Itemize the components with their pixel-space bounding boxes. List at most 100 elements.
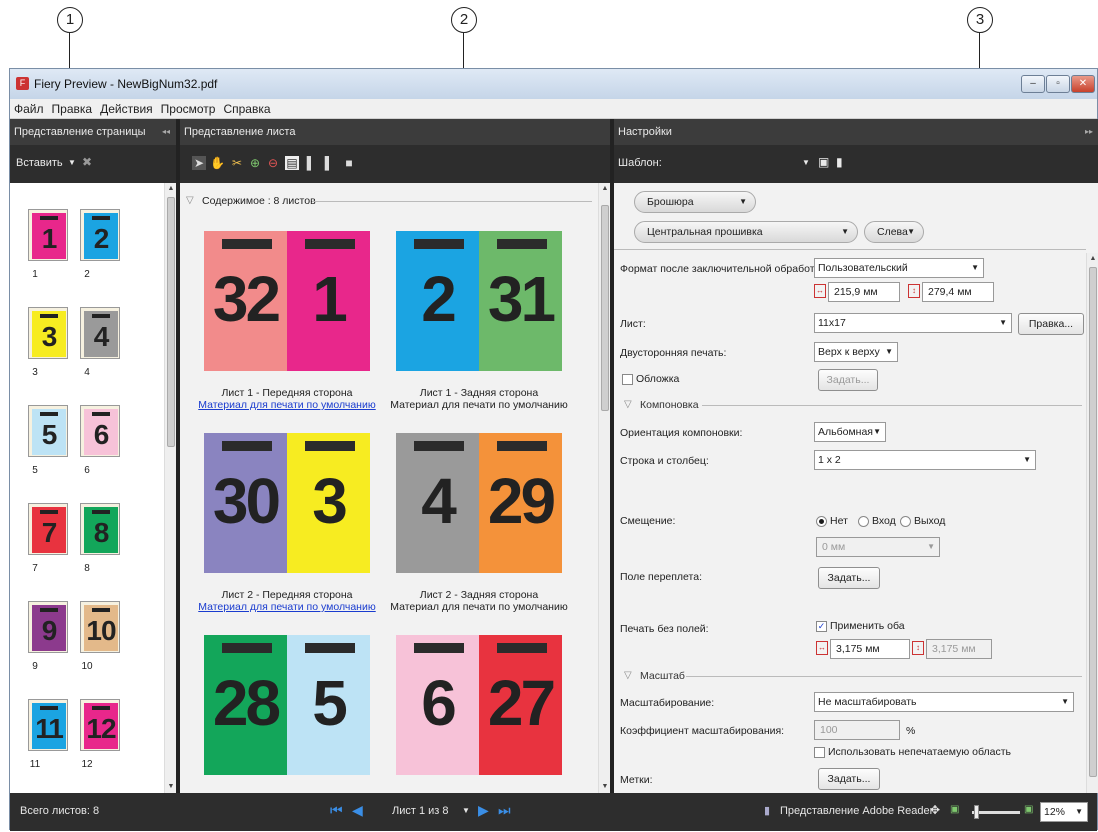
zoom-out-icon[interactable]: ⊖ [266, 156, 280, 170]
sheet-spread[interactable]: 2 31 [396, 231, 562, 371]
scroll-up-icon[interactable]: ▲ [165, 183, 177, 195]
page-thumbnail[interactable]: 10 [80, 601, 120, 653]
fit-width-icon[interactable]: ▣ [1024, 804, 1033, 815]
pan-icon[interactable]: ✥ [930, 803, 940, 817]
adobe-reader-view-button[interactable]: Представление Adobe Reader [780, 805, 933, 817]
sheet-spread[interactable]: 28 5 [204, 635, 370, 775]
sheet-spread[interactable]: 32 1 [204, 231, 370, 371]
page-thumbnail[interactable]: 11 [28, 699, 68, 751]
delete-template-icon[interactable]: ▮ [836, 155, 843, 169]
page-thumbnail[interactable]: 9 [28, 601, 68, 653]
minimize-button[interactable]: – [1021, 75, 1045, 93]
scroll-thumb[interactable] [601, 205, 609, 411]
cover-checkbox[interactable] [622, 374, 633, 385]
scroll-up-icon[interactable]: ▲ [1087, 253, 1098, 265]
height-field[interactable]: 279,4 мм [922, 282, 994, 302]
page-dropdown-icon[interactable]: ▼ [462, 806, 470, 815]
page-thumbnail[interactable]: 7 [28, 503, 68, 555]
bleed-vertical-field[interactable]: 3,175 мм [926, 639, 992, 659]
nonprint-checkbox[interactable] [814, 747, 825, 758]
scroll-up-icon[interactable]: ▲ [599, 183, 611, 195]
page-bar [497, 441, 547, 451]
scroll-thumb[interactable] [1089, 267, 1097, 777]
thumbnails-scrollbar[interactable]: ▲ ▼ [164, 183, 176, 793]
thumbnail-page-color: 12 [84, 703, 118, 749]
finished-size-dropdown[interactable]: Пользовательский ▼ [814, 258, 984, 278]
width-field[interactable]: 215,9 мм [828, 282, 900, 302]
sheets-scrollbar[interactable]: ▲ ▼ [598, 183, 610, 793]
binding-dropdown[interactable]: Центральная прошивка ▼ [634, 221, 858, 243]
binding-side-dropdown[interactable]: Слева ▼ [864, 221, 924, 243]
expand-right-icon[interactable]: ▸▸ [1085, 119, 1093, 145]
scaling-dropdown[interactable]: Не масштабировать ▼ [814, 692, 1074, 712]
page-thumbnail[interactable]: 2 [80, 209, 120, 261]
booklet-type-dropdown[interactable]: Брошюра ▼ [634, 191, 756, 213]
hand-tool-icon[interactable]: ✋ [210, 156, 225, 170]
sheet-media[interactable]: Материал для печати по умолчанию [187, 399, 387, 411]
sheet-spread[interactable]: 30 3 [204, 433, 370, 573]
delete-icon[interactable]: ✖ [82, 155, 92, 169]
page-thumbnail[interactable]: 4 [80, 307, 120, 359]
page-thumbnail[interactable]: 8 [80, 503, 120, 555]
thumbnail-bar [92, 216, 110, 220]
scroll-thumb[interactable] [167, 197, 175, 447]
zoom-slider[interactable] [972, 811, 1020, 814]
scale-collapse-icon[interactable]: ▽ [624, 670, 632, 681]
close-button[interactable]: ✕ [1071, 75, 1095, 93]
sheet-edit-button[interactable]: Правка... [1018, 313, 1084, 335]
layout-collapse-icon[interactable]: ▽ [624, 399, 632, 410]
sheet-spread[interactable]: 4 29 [396, 433, 562, 573]
select-tool-icon[interactable]: ➤ [192, 156, 206, 170]
scroll-down-icon[interactable]: ▼ [165, 781, 177, 793]
shift-out-radio[interactable] [900, 516, 911, 527]
sheet-spread[interactable]: 6 27 [396, 635, 562, 775]
zoom-dropdown[interactable]: 12% ▼ [1040, 802, 1088, 822]
marks-define-button[interactable]: Задать... [818, 768, 880, 790]
zoom-slider-handle[interactable] [974, 805, 979, 819]
sheet-media[interactable]: Материал для печати по умолчанию [187, 601, 387, 613]
orientation-dropdown[interactable]: Альбомная ▼ [814, 422, 886, 442]
fit-page-icon[interactable]: ▣ [950, 804, 959, 815]
rowcol-dropdown[interactable]: 1 x 2 ▼ [814, 450, 1036, 470]
page-thumbnail[interactable]: 12 [80, 699, 120, 751]
menu-actions[interactable]: Действия [96, 99, 157, 119]
add-sheet-icon[interactable]: ▌ [304, 156, 318, 170]
sheet-dropdown[interactable]: 11x17 ▼ [814, 313, 1012, 333]
book-icon[interactable]: ■ [342, 156, 356, 170]
shift-value-field[interactable]: 0 мм ▼ [816, 537, 940, 557]
page-thumbnail[interactable]: 6 [80, 405, 120, 457]
menu-view[interactable]: Просмотр [157, 99, 220, 119]
menu-edit[interactable]: Правка [48, 99, 97, 119]
menu-help[interactable]: Справка [219, 99, 274, 119]
apply-both-checkbox[interactable]: ✓ [816, 621, 827, 632]
last-page-icon[interactable]: ⏭ [498, 802, 511, 819]
page-thumbnail[interactable]: 1 [28, 209, 68, 261]
prev-page-icon[interactable]: ◀ [352, 802, 363, 819]
next-page-icon[interactable]: ▶ [478, 802, 489, 819]
template-dropdown-arrow-icon[interactable]: ▼ [802, 158, 810, 167]
bleed-horizontal-field[interactable]: 3,175 мм [830, 639, 910, 659]
first-page-icon[interactable]: ⏮ [330, 802, 343, 819]
menu-file[interactable]: Файл [10, 99, 48, 119]
insert-dropdown-arrow-icon[interactable]: ▼ [68, 158, 76, 167]
collapse-left-icon[interactable]: ◂◂ [162, 119, 170, 145]
scroll-down-icon[interactable]: ▼ [599, 781, 611, 793]
shift-in-radio[interactable] [858, 516, 869, 527]
cover-define-button[interactable]: Задать... [818, 369, 878, 391]
page-thumbnail[interactable]: 5 [28, 405, 68, 457]
thumbnail-page-color: 8 [84, 507, 118, 553]
save-template-icon[interactable]: ▣ [818, 155, 829, 169]
shift-none-radio[interactable] [816, 516, 827, 527]
maximize-button[interactable]: ▫ [1046, 75, 1070, 93]
settings-scrollbar[interactable]: ▲ [1086, 253, 1098, 793]
factor-field[interactable]: 100 [814, 720, 900, 740]
contents-collapse-icon[interactable]: ▽ [186, 195, 194, 206]
gutter-define-button[interactable]: Задать... [818, 567, 880, 589]
page-thumbnail[interactable]: 3 [28, 307, 68, 359]
zoom-in-icon[interactable]: ⊕ [248, 156, 262, 170]
remove-sheet-icon[interactable]: ▌ [322, 156, 336, 170]
trim-tool-icon[interactable]: ✂ [230, 156, 244, 170]
insert-dropdown[interactable]: Вставить [16, 157, 63, 169]
duplex-dropdown[interactable]: Верх к верху ▼ [814, 342, 898, 362]
page-info-icon[interactable]: ▤ [285, 156, 299, 170]
